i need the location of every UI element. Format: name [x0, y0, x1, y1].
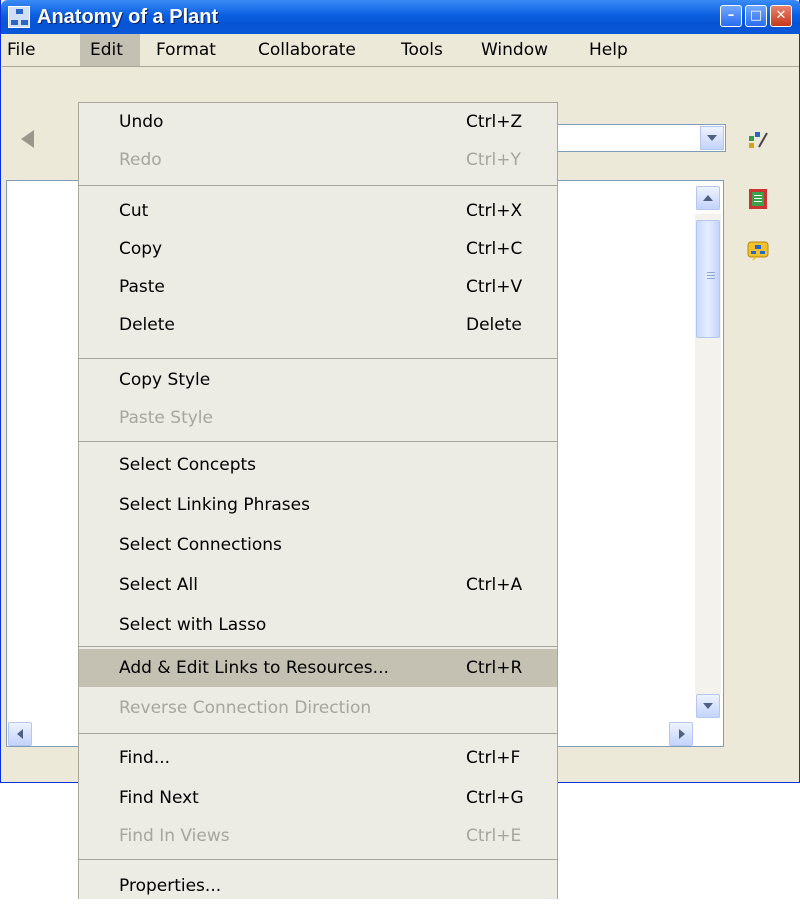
scroll-up-button[interactable] [696, 186, 720, 210]
menu-format[interactable]: Format [156, 34, 216, 66]
menu-item-shortcut: Ctrl+X [466, 201, 523, 221]
menu-separator [79, 733, 557, 734]
menu-item-add-edit-links[interactable]: Add & Edit Links to Resources... Ctrl+R [79, 649, 557, 687]
menu-item-label: Properties... [119, 876, 222, 896]
menu-item-paste[interactable]: Paste Ctrl+V [79, 268, 557, 306]
collaboration-icon[interactable] [747, 240, 769, 262]
menu-item-find-next[interactable]: Find Next Ctrl+G [79, 779, 557, 817]
menu-item-label: Find Next [119, 788, 199, 808]
menu-item-shortcut: Ctrl+F [466, 748, 521, 768]
menu-item-shortcut: Ctrl+G [466, 788, 524, 808]
menu-item-label: Select with Lasso [119, 615, 267, 635]
menu-collaborate[interactable]: Collaborate [258, 34, 356, 66]
menu-item-label: Find... [119, 748, 171, 768]
menu-item-label: Redo [119, 150, 162, 170]
menu-item-select-concepts[interactable]: Select Concepts [79, 446, 557, 484]
menu-edit[interactable]: Edit [80, 34, 140, 66]
menu-item-select-linking-phrases[interactable]: Select Linking Phrases [79, 486, 557, 524]
scroll-left-button[interactable] [8, 722, 32, 746]
menu-item-shortcut: Ctrl+A [466, 575, 523, 595]
close-button[interactable]: ✕ [770, 5, 792, 27]
menu-item-shortcut: Ctrl+C [466, 239, 523, 259]
menu-item-label: Select Concepts [119, 455, 257, 475]
menu-item-label: Copy Style [119, 370, 211, 390]
menu-separator [79, 441, 557, 442]
back-arrow-icon[interactable] [21, 130, 34, 148]
maximize-button[interactable]: □ [745, 5, 767, 27]
menu-window[interactable]: Window [481, 34, 548, 66]
menu-item-shortcut: Delete [466, 315, 522, 335]
edit-menu-dropdown: Undo Ctrl+Z Redo Ctrl+Y Cut Ctrl+X Copy … [78, 102, 558, 899]
list-view-icon[interactable] [747, 188, 769, 210]
window-title: Anatomy of a Plant [37, 6, 219, 28]
menu-item-select-with-lasso[interactable]: Select with Lasso [79, 606, 557, 644]
menu-item-find-in-views[interactable]: Find In Views Ctrl+E [79, 817, 557, 855]
menu-item-shortcut: Ctrl+V [466, 277, 523, 297]
menu-item-properties[interactable]: Properties... [79, 867, 557, 905]
menu-separator [79, 646, 557, 647]
menu-item-find[interactable]: Find... Ctrl+F [79, 739, 557, 777]
style-palette-icon[interactable] [747, 128, 769, 150]
vertical-scrollbar-thumb[interactable] [696, 220, 720, 338]
menu-item-shortcut: Ctrl+Y [466, 150, 521, 170]
menu-bar: File Edit Format Collaborate Tools Windo… [2, 34, 799, 67]
app-icon [8, 6, 30, 28]
menu-item-select-all[interactable]: Select All Ctrl+A [79, 566, 557, 604]
menu-item-cut[interactable]: Cut Ctrl+X [79, 192, 557, 230]
menu-file[interactable]: File [7, 34, 35, 66]
menu-item-label: Copy [119, 239, 163, 259]
menu-separator [79, 358, 557, 359]
scroll-right-button[interactable] [669, 722, 693, 746]
menu-item-label: Select All [119, 575, 198, 595]
menu-item-label: Cut [119, 201, 149, 221]
menu-separator [79, 859, 557, 860]
menu-item-paste-style[interactable]: Paste Style [79, 399, 557, 437]
menu-item-copy[interactable]: Copy Ctrl+C [79, 230, 557, 268]
menu-item-copy-style[interactable]: Copy Style [79, 361, 557, 399]
view-combobox[interactable] [556, 124, 726, 152]
menu-item-shortcut: Ctrl+Z [466, 112, 523, 132]
menu-item-label: Find In Views [119, 826, 230, 846]
menu-item-select-connections[interactable]: Select Connections [79, 526, 557, 564]
title-bar[interactable]: Anatomy of a Plant – □ ✕ [1, 0, 800, 34]
menu-help[interactable]: Help [589, 34, 628, 66]
menu-item-shortcut: Ctrl+R [466, 658, 523, 678]
menu-item-undo[interactable]: Undo Ctrl+Z [79, 103, 557, 141]
menu-separator [79, 185, 557, 186]
scrollbar-grip-icon [707, 272, 715, 273]
menu-item-delete[interactable]: Delete Delete [79, 306, 557, 344]
menu-item-reverse-connection[interactable]: Reverse Connection Direction [79, 689, 557, 727]
minimize-button[interactable]: – [720, 5, 742, 27]
menu-item-label: Select Connections [119, 535, 282, 555]
menu-item-redo[interactable]: Redo Ctrl+Y [79, 141, 557, 179]
menu-tools[interactable]: Tools [401, 34, 443, 66]
menu-item-label: Add & Edit Links to Resources... [119, 658, 389, 678]
scroll-down-button[interactable] [696, 694, 720, 718]
menu-item-label: Delete [119, 315, 175, 335]
menu-item-label: Paste [119, 277, 165, 297]
menu-item-label: Paste Style [119, 408, 213, 428]
menu-item-label: Undo [119, 112, 164, 132]
menu-item-label: Select Linking Phrases [119, 495, 310, 515]
menu-item-shortcut: Ctrl+E [466, 826, 522, 846]
dropdown-arrow-icon[interactable] [700, 126, 724, 150]
menu-item-label: Reverse Connection Direction [119, 698, 372, 718]
